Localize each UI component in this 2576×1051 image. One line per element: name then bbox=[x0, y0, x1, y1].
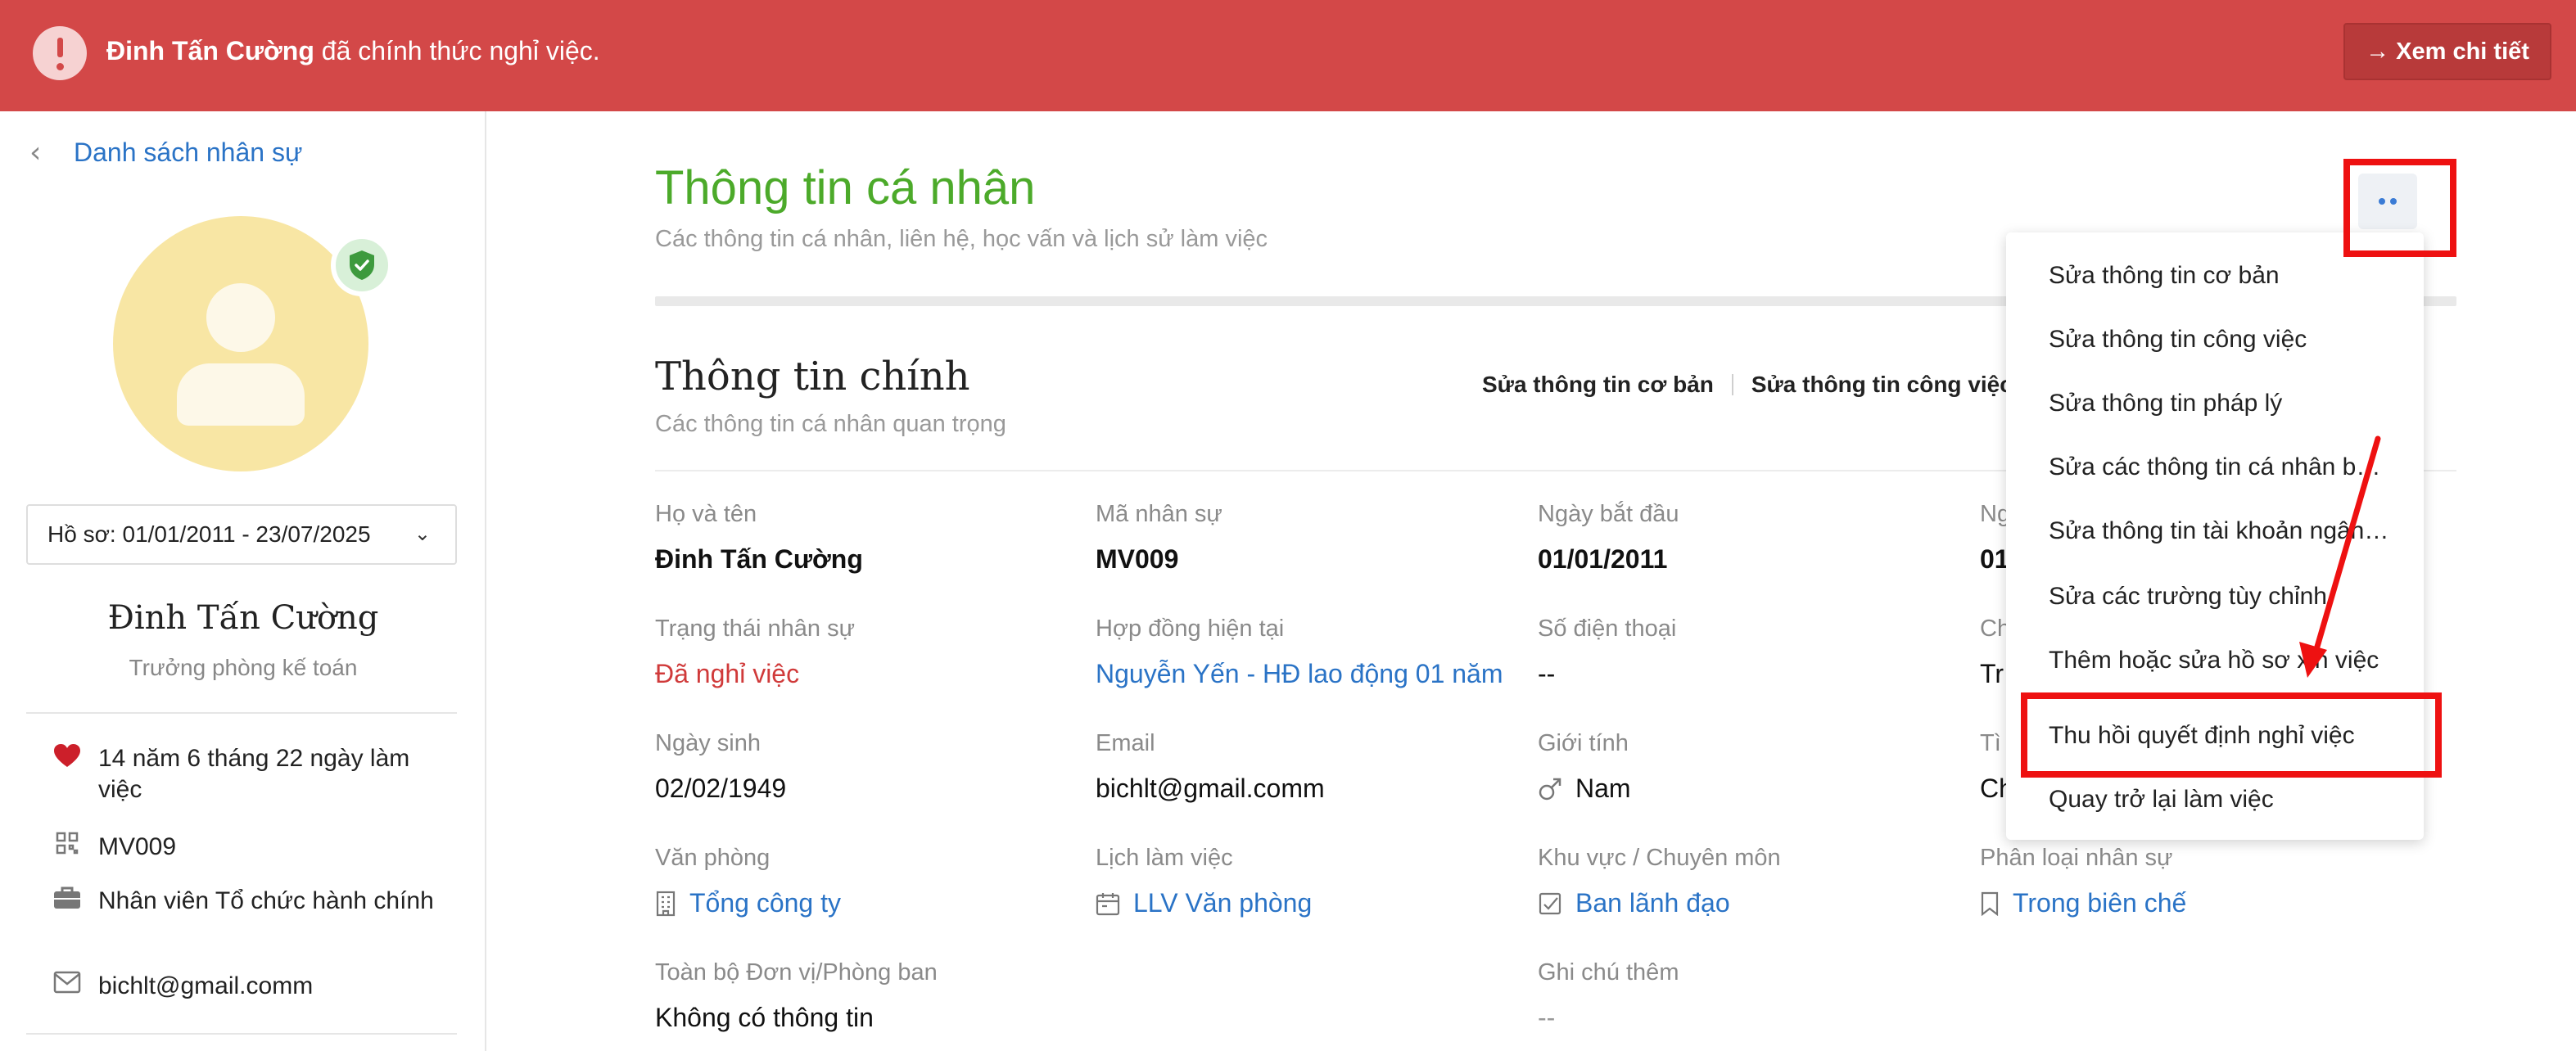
annotation-arrow-icon bbox=[2299, 435, 2381, 678]
